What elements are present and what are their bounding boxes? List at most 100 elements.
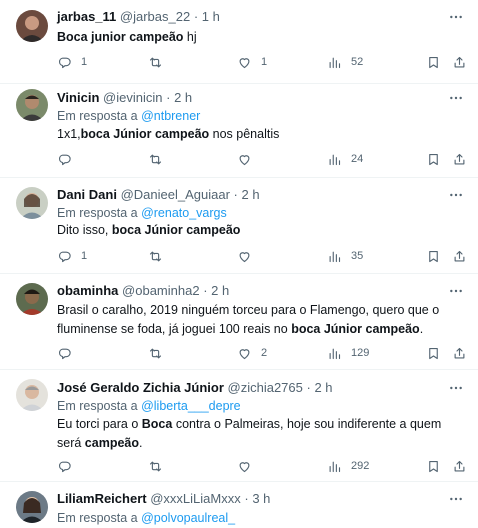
- share-button[interactable]: [452, 344, 467, 362]
- separator-dot: ·: [203, 283, 208, 298]
- tweet[interactable]: José Geraldo Zichia Júnior @zichia2765 ·…: [0, 370, 478, 482]
- tweet-header: obaminha @obaminha2 · 2 h: [57, 283, 438, 299]
- reply-button[interactable]: [57, 457, 81, 475]
- bookmark-icon: [426, 55, 441, 70]
- avatar[interactable]: [16, 283, 48, 315]
- share-button[interactable]: [452, 457, 467, 475]
- views-button[interactable]: 129: [327, 344, 369, 362]
- avatar[interactable]: [16, 491, 48, 523]
- handle[interactable]: @obaminha2: [122, 283, 200, 298]
- timestamp[interactable]: 1 h: [202, 9, 220, 24]
- separator-dot: ·: [244, 491, 249, 506]
- highlighted-text: boca Júnior campeão: [111, 223, 241, 237]
- reply-mention-link[interactable]: @polvopaulreal_: [141, 511, 235, 525]
- tweet[interactable]: Vinicin @ievinicin · 2 h Em resposta a @…: [0, 84, 478, 178]
- share-icon: [452, 459, 467, 474]
- bookmark-button[interactable]: [426, 53, 441, 71]
- heart-icon: [237, 249, 252, 264]
- handle[interactable]: @zichia2765: [228, 380, 303, 395]
- reply-icon: [57, 249, 72, 264]
- view-count: 292: [351, 460, 370, 472]
- tweet-header: jarbas_11 @jarbas_22 · 1 h: [57, 9, 438, 25]
- avatar[interactable]: [16, 187, 48, 219]
- highlighted-text: boca Júnior campeão: [80, 127, 210, 141]
- retweet-button[interactable]: [148, 53, 172, 71]
- views-button[interactable]: 52: [327, 53, 363, 71]
- reply-button[interactable]: [57, 150, 81, 168]
- reply-button[interactable]: 1: [57, 247, 87, 265]
- tweet[interactable]: LiliamReichert @xxxLiLiaMxxx · 3 h Em re…: [0, 482, 478, 528]
- reply-mention-link[interactable]: @liberta___depre: [141, 399, 241, 413]
- more-options-icon[interactable]: [448, 380, 464, 396]
- tweet-header: Vinicin @ievinicin · 2 h: [57, 90, 438, 106]
- reply-icon: [57, 346, 72, 361]
- timestamp[interactable]: 3 h: [252, 491, 270, 506]
- bookmark-button[interactable]: [426, 150, 441, 168]
- action-bar: 24: [57, 150, 469, 168]
- like-button[interactable]: [237, 457, 261, 475]
- share-button[interactable]: [452, 247, 467, 265]
- timestamp[interactable]: 2 h: [242, 187, 260, 202]
- more-options-icon[interactable]: [448, 491, 464, 507]
- highlighted-text: boca Júnior campeão: [291, 321, 420, 336]
- text-segment: Eu torci para o: [57, 417, 142, 431]
- separator-dot: ·: [166, 90, 171, 105]
- retweet-button[interactable]: [148, 247, 172, 265]
- views-button[interactable]: 24: [327, 150, 363, 168]
- like-button[interactable]: [237, 150, 261, 168]
- action-bar: 1 1 52: [57, 53, 469, 71]
- reply-mention-link[interactable]: @ntbrener: [141, 109, 200, 123]
- bookmark-button[interactable]: [426, 457, 441, 475]
- tweet[interactable]: Dani Dani @Danieel_Aguiaar · 2 h Em resp…: [0, 178, 478, 274]
- display-name[interactable]: José Geraldo Zichia Júnior: [57, 380, 224, 395]
- display-name[interactable]: Vinicin: [57, 90, 99, 105]
- reply-prefix: Em resposta a: [57, 206, 142, 220]
- views-chart-icon: [327, 249, 342, 264]
- more-options-icon[interactable]: [448, 187, 464, 203]
- more-options-icon[interactable]: [448, 9, 464, 25]
- timestamp[interactable]: 2 h: [314, 380, 332, 395]
- share-button[interactable]: [452, 150, 467, 168]
- retweet-button[interactable]: [148, 344, 172, 362]
- reply-mention-link[interactable]: @renato_vargs: [141, 206, 227, 220]
- like-button[interactable]: [237, 247, 261, 265]
- reply-button[interactable]: 1: [57, 53, 87, 71]
- views-button[interactable]: 292: [327, 457, 369, 475]
- share-icon: [452, 152, 467, 167]
- bookmark-button[interactable]: [426, 247, 441, 265]
- more-options-icon[interactable]: [448, 283, 464, 299]
- text-segment: .: [419, 321, 424, 336]
- handle[interactable]: @ievinicin: [103, 90, 162, 105]
- tweet[interactable]: jarbas_11 @jarbas_22 · 1 h Boca junior c…: [0, 0, 478, 84]
- timestamp[interactable]: 2 h: [174, 90, 192, 105]
- reply-button[interactable]: [57, 344, 81, 362]
- timestamp[interactable]: 2 h: [211, 283, 229, 298]
- tweet-header: LiliamReichert @xxxLiLiaMxxx · 3 h: [57, 491, 438, 507]
- retweet-button[interactable]: [148, 150, 172, 168]
- like-button[interactable]: 2: [237, 344, 267, 362]
- share-button[interactable]: [452, 53, 467, 71]
- display-name[interactable]: obaminha: [57, 283, 118, 298]
- handle[interactable]: @Danieel_Aguiaar: [121, 187, 230, 202]
- views-button[interactable]: 35: [327, 247, 363, 265]
- action-bar: 292: [57, 457, 469, 475]
- bookmark-button[interactable]: [426, 344, 441, 362]
- more-options-icon[interactable]: [448, 90, 464, 106]
- tweet[interactable]: obaminha @obaminha2 · 2 h Brasil o caral…: [0, 274, 478, 370]
- like-button[interactable]: 1: [237, 53, 267, 71]
- display-name[interactable]: Dani Dani: [57, 187, 117, 202]
- avatar[interactable]: [16, 379, 48, 411]
- text-segment: nos pênaltis: [209, 127, 280, 141]
- display-name[interactable]: jarbas_11: [57, 9, 116, 24]
- reply-count: 1: [81, 56, 88, 68]
- display-name[interactable]: LiliamReichert: [57, 491, 147, 506]
- reply-prefix: Em resposta a: [57, 399, 142, 413]
- retweet-button[interactable]: [148, 457, 172, 475]
- handle[interactable]: @jarbas_22: [120, 9, 190, 24]
- share-icon: [452, 55, 467, 70]
- handle[interactable]: @xxxLiLiaMxxx: [150, 491, 241, 506]
- avatar[interactable]: [16, 89, 48, 121]
- avatar[interactable]: [16, 10, 48, 42]
- bookmark-icon: [426, 152, 441, 167]
- view-count: 52: [351, 56, 364, 68]
